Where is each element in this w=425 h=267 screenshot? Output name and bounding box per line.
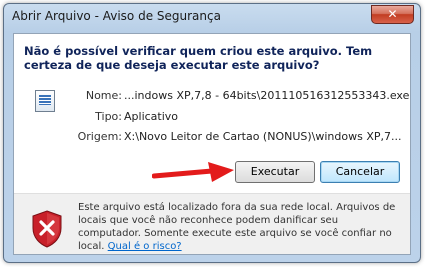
run-button[interactable]: Executar <box>235 161 315 183</box>
origin-value: X:\Novo Leitor de Cartao (NONUS)\windows… <box>124 130 402 143</box>
window-title: Abrir Arquivo - Aviso de Segurança <box>12 9 221 23</box>
security-shield-icon <box>32 210 62 248</box>
warning-area: Este arquivo está localizado fora da sua… <box>14 193 410 255</box>
close-icon: ✕ <box>387 7 398 21</box>
warning-heading: Não é possível verificar quem criou este… <box>24 44 373 72</box>
red-arrow-icon <box>152 162 234 182</box>
name-label: Nome: <box>85 89 122 102</box>
type-value: Aplicativo <box>124 110 179 123</box>
security-warning-dialog: Abrir Arquivo - Aviso de Segurança ✕ Não… <box>3 3 421 263</box>
cancel-button[interactable]: Cancelar <box>320 161 400 183</box>
main-panel: Não é possível verificar quem criou este… <box>14 34 410 193</box>
warning-message: Este arquivo está localizado fora da sua… <box>78 201 403 253</box>
dialog-content: Não é possível verificar quem criou este… <box>13 33 411 255</box>
risk-link[interactable]: Qual é o risco? <box>108 241 182 252</box>
close-button[interactable]: ✕ <box>371 5 414 24</box>
name-value: ...indows XP,7,8 - 64bits\20111051631255… <box>124 89 410 102</box>
type-label: Tipo: <box>95 110 122 123</box>
origin-label: Origem: <box>77 130 122 143</box>
